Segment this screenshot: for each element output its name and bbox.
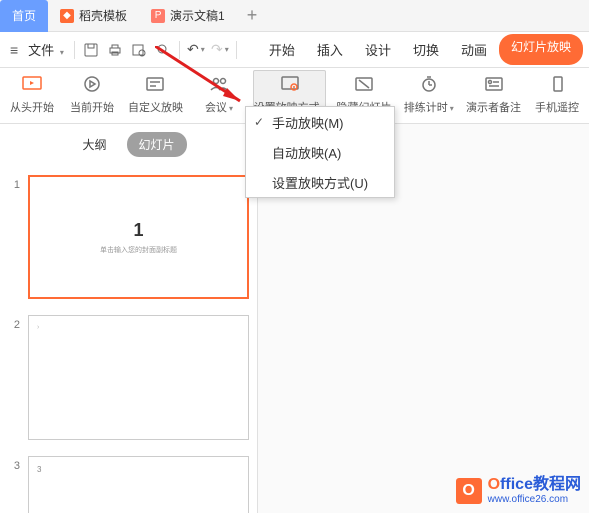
rehearse-button[interactable]: 排练计时▾ bbox=[401, 70, 456, 117]
chevron-down-icon: ▾ bbox=[229, 104, 233, 113]
fire-icon: ◆ bbox=[60, 9, 74, 23]
play-current-icon bbox=[79, 72, 105, 96]
thumbnail-row: 2 › bbox=[0, 311, 257, 451]
dropdown-item-manual[interactable]: ✓ 手动放映(M) bbox=[246, 107, 394, 137]
dropdown-item-setup[interactable]: 设置放映方式(U) bbox=[246, 167, 394, 197]
undo-icon[interactable]: ↶▾ bbox=[184, 38, 208, 62]
print-icon[interactable] bbox=[103, 38, 127, 62]
watermark-logo: O bbox=[456, 478, 482, 504]
notes-icon bbox=[481, 72, 507, 96]
timer-icon bbox=[416, 72, 442, 96]
chevron-down-icon: ▾ bbox=[60, 48, 64, 57]
presentation-icon: P bbox=[151, 9, 165, 23]
tab-label: 稻壳模板 bbox=[79, 7, 127, 24]
thumbnail-row: 3 3 bbox=[0, 452, 257, 513]
outline-tab[interactable]: 大纲 bbox=[70, 132, 118, 157]
slide-number: 3 bbox=[8, 456, 20, 472]
separator bbox=[74, 41, 75, 59]
tab-start[interactable]: 开始 bbox=[259, 34, 305, 65]
tab-label: 首页 bbox=[12, 7, 36, 24]
print-preview-icon[interactable] bbox=[127, 38, 151, 62]
setup-show-icon bbox=[277, 72, 303, 96]
setup-show-dropdown: ✓ 手动放映(M) 自动放映(A) 设置放映方式(U) bbox=[245, 106, 395, 198]
tab-insert[interactable]: 插入 bbox=[307, 34, 353, 65]
watermark-url: www.office26.com bbox=[488, 494, 581, 505]
tab-home[interactable]: 首页 bbox=[0, 0, 48, 32]
phone-icon bbox=[544, 72, 570, 96]
document-tab-bar: 首页 ◆ 稻壳模板 P 演示文稿1 + bbox=[0, 0, 589, 32]
phone-remote-button[interactable]: 手机遥控 bbox=[531, 70, 583, 117]
new-tab-button[interactable]: + bbox=[237, 5, 268, 26]
check-icon: ✓ bbox=[254, 115, 264, 129]
custom-show-icon bbox=[142, 72, 168, 96]
dropdown-item-auto[interactable]: 自动放映(A) bbox=[246, 137, 394, 167]
slide-panel: 大纲 幻灯片 1 1 单击输入您的封面副标题 2 › 3 3 bbox=[0, 124, 258, 513]
menu-bar: ≡ 文件 ▾ ↶▾ ↷▾ 开始 插入 设计 切换 动画 幻灯片放映 bbox=[0, 32, 589, 68]
slide-thumbnail-2[interactable]: › bbox=[28, 315, 249, 439]
hamburger-icon[interactable]: ≡ bbox=[6, 42, 22, 58]
tab-transition[interactable]: 切换 bbox=[403, 34, 449, 65]
meeting-icon bbox=[206, 72, 232, 96]
save-icon[interactable] bbox=[79, 38, 103, 62]
separator bbox=[179, 41, 180, 59]
find-icon[interactable] bbox=[151, 38, 175, 62]
tab-document[interactable]: P 演示文稿1 bbox=[139, 0, 237, 32]
slide-thumbnail-3[interactable]: 3 bbox=[28, 456, 249, 513]
ribbon-tabs: 开始 插入 设计 切换 动画 幻灯片放映 bbox=[259, 34, 583, 65]
slides-tab[interactable]: 幻灯片 bbox=[127, 132, 187, 157]
play-from-start-icon bbox=[19, 72, 45, 96]
file-menu[interactable]: 文件 ▾ bbox=[22, 40, 70, 59]
tab-animation[interactable]: 动画 bbox=[451, 34, 497, 65]
panel-tabs: 大纲 幻灯片 bbox=[0, 124, 257, 165]
watermark: O Office教程网 www.office26.com bbox=[456, 476, 581, 505]
hide-slide-icon bbox=[351, 72, 377, 96]
tab-design[interactable]: 设计 bbox=[355, 34, 401, 65]
custom-show-button[interactable]: 自定义放映 bbox=[126, 70, 185, 117]
slide-number: 1 bbox=[8, 175, 20, 191]
from-current-button[interactable]: 当前开始 bbox=[66, 70, 118, 117]
meeting-button[interactable]: 会议▾ bbox=[193, 70, 245, 117]
redo-icon[interactable]: ↷▾ bbox=[208, 38, 232, 62]
separator bbox=[236, 41, 237, 59]
from-beginning-button[interactable]: 从头开始 bbox=[6, 70, 58, 117]
chevron-down-icon: ▾ bbox=[450, 104, 454, 113]
presenter-notes-button[interactable]: 演示者备注 bbox=[464, 70, 523, 117]
tab-slideshow[interactable]: 幻灯片放映 bbox=[499, 34, 583, 65]
watermark-title: Office教程网 bbox=[488, 476, 581, 494]
thumbnail-list[interactable]: 1 1 单击输入您的封面副标题 2 › 3 3 bbox=[0, 165, 257, 513]
slide-number: 2 bbox=[8, 315, 20, 331]
slide-thumbnail-1[interactable]: 1 单击输入您的封面副标题 bbox=[28, 175, 249, 299]
tab-label: 演示文稿1 bbox=[170, 7, 225, 24]
tab-templates[interactable]: ◆ 稻壳模板 bbox=[48, 0, 139, 32]
thumbnail-row: 1 1 单击输入您的封面副标题 bbox=[0, 171, 257, 311]
